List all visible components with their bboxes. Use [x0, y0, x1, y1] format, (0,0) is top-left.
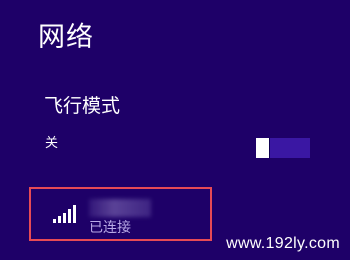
network-name-blurred — [89, 199, 151, 217]
airplane-mode-state-label: 关 — [45, 136, 59, 151]
toggle-thumb[interactable] — [256, 138, 269, 158]
network-list-item[interactable]: 已连接 — [29, 187, 212, 241]
network-status: 已连接 — [89, 220, 131, 236]
toggle-track — [270, 138, 310, 158]
network-flyout-panel: 网络 飞行模式 关 已连接 www.192ly.com — [0, 0, 350, 260]
wifi-signal-icon — [53, 203, 79, 223]
airplane-mode-label: 飞行模式 — [44, 95, 121, 117]
airplane-mode-toggle[interactable] — [256, 138, 310, 158]
watermark: www.192ly.com — [226, 235, 340, 252]
page-title: 网络 — [38, 22, 94, 53]
